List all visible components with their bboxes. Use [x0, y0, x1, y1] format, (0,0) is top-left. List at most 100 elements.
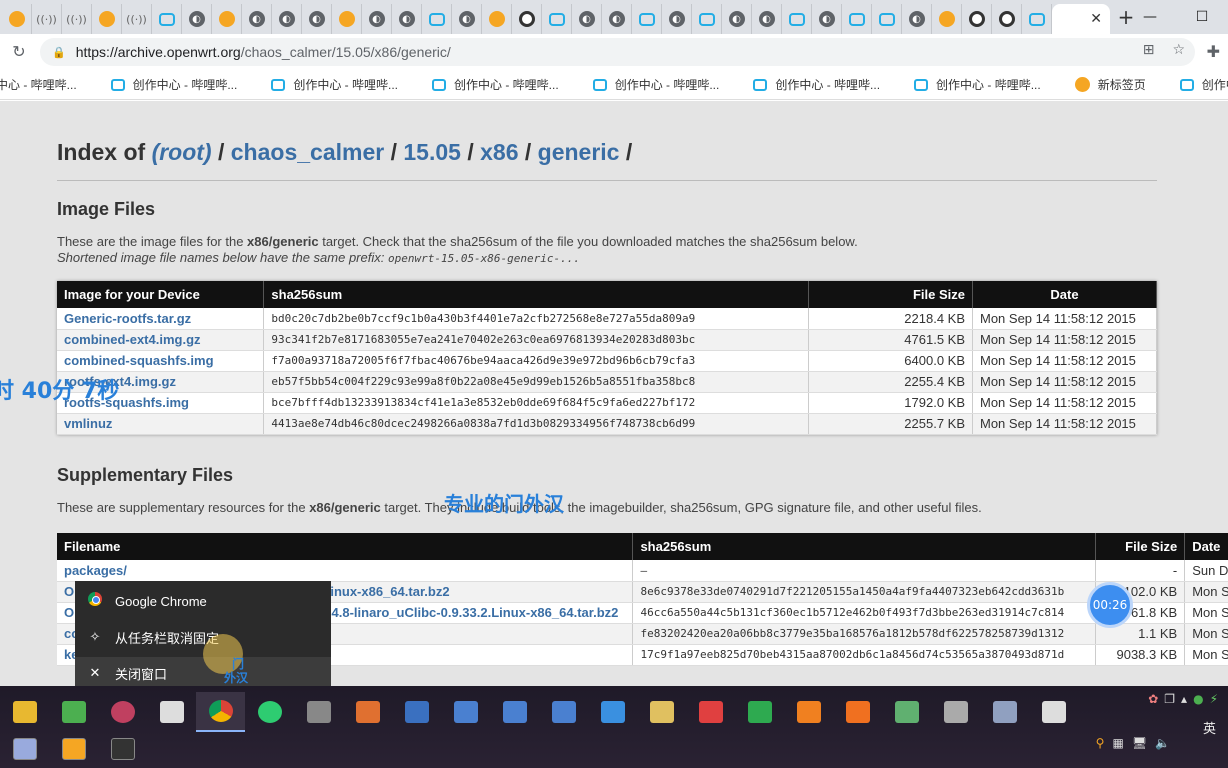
- browser-tab[interactable]: [542, 4, 572, 34]
- tray-flower-icon[interactable]: ✿: [1148, 692, 1158, 706]
- browser-tab[interactable]: ◐: [662, 4, 692, 34]
- browser-tab[interactable]: ((·)): [122, 4, 152, 34]
- translate-icon[interactable]: ⊞: [1143, 42, 1155, 58]
- browser-tab[interactable]: [212, 4, 242, 34]
- network-icon[interactable]: 🖥: [1132, 736, 1147, 750]
- browser-tab[interactable]: ◐: [572, 4, 602, 34]
- taskbar-app-icon[interactable]: [490, 692, 539, 732]
- file-link[interactable]: packages/: [64, 563, 127, 578]
- minimize-button[interactable]: —: [1124, 9, 1176, 25]
- bookmark-item[interactable]: 创作中心 - 哔哩哔...: [592, 76, 730, 93]
- browser-tab[interactable]: ◐: [242, 4, 272, 34]
- browser-tab[interactable]: [92, 4, 122, 34]
- active-tab[interactable]: ✕: [1052, 4, 1110, 34]
- browser-tab[interactable]: ◐: [902, 4, 932, 34]
- taskbar-app-icon[interactable]: [931, 692, 980, 732]
- taskbar-app-icon[interactable]: [392, 692, 441, 732]
- recording-timer-bubble[interactable]: 00:26: [1087, 582, 1133, 628]
- taskbar-app-icon[interactable]: [98, 692, 147, 732]
- browser-tab[interactable]: ◐: [602, 4, 632, 34]
- taskbar-app-icon[interactable]: [0, 729, 49, 768]
- browser-tab[interactable]: ◐: [752, 4, 782, 34]
- taskbar-app-icon[interactable]: [882, 692, 931, 732]
- file-link[interactable]: Generic-rootfs.tar.gz: [64, 311, 191, 326]
- bookmark-item[interactable]: 创作中心 - 哔哩哔...: [271, 76, 408, 93]
- tray-earth-icon[interactable]: ●: [1193, 692, 1203, 706]
- taskbar-app-icon[interactable]: [588, 692, 637, 732]
- file-link[interactable]: combined-ext4.img.gz: [64, 332, 201, 347]
- search-icon[interactable]: ⚲: [1096, 736, 1105, 750]
- taskbar-app-icon[interactable]: [980, 692, 1029, 732]
- tray-arrow-icon[interactable]: ▴: [1181, 692, 1187, 706]
- browser-tab[interactable]: ◐: [392, 4, 422, 34]
- browser-tab[interactable]: [962, 4, 992, 34]
- bookmark-item[interactable]: 创作中心 - 哔哩哔...: [753, 76, 890, 93]
- tray-window-icon[interactable]: ❐: [1164, 692, 1175, 706]
- browser-tab[interactable]: [692, 4, 722, 34]
- file-link[interactable]: combined-squashfs.img: [64, 353, 214, 368]
- crumb-link[interactable]: 15.05: [403, 139, 461, 165]
- close-tab-icon[interactable]: ✕: [1090, 11, 1102, 27]
- maximize-button[interactable]: ☐: [1176, 9, 1228, 25]
- browser-tab[interactable]: [512, 4, 542, 34]
- taskbar-chrome-icon[interactable]: [196, 692, 245, 732]
- crumb-root-link[interactable]: (root): [152, 139, 212, 165]
- taskbar-app-icon[interactable]: [539, 692, 588, 732]
- taskbar-app-icon[interactable]: [245, 692, 294, 732]
- browser-tab[interactable]: ◐: [302, 4, 332, 34]
- taskbar-app-icon[interactable]: [784, 692, 833, 732]
- browser-tab[interactable]: ◐: [722, 4, 752, 34]
- url-text[interactable]: https://archive.openwrt.org/chaos_calmer…: [76, 44, 451, 60]
- taskbar-app-icon[interactable]: [147, 692, 196, 732]
- browser-tab[interactable]: [782, 4, 812, 34]
- taskbar-app-icon[interactable]: [686, 692, 735, 732]
- taskbar-app-icon[interactable]: [294, 692, 343, 732]
- bookmark-star-icon[interactable]: ☆: [1172, 42, 1185, 58]
- bookmark-item[interactable]: 创作中心 - 哔哩哔...: [914, 76, 1051, 93]
- browser-tab[interactable]: [152, 4, 182, 34]
- address-bar[interactable]: 🔒 https://archive.openwrt.org/chaos_calm…: [40, 38, 1195, 66]
- volume-icon[interactable]: 🔈: [1155, 736, 1170, 750]
- browser-tab[interactable]: [872, 4, 902, 34]
- menu-item-google-chrome[interactable]: Google Chrome: [75, 585, 331, 617]
- browser-tab[interactable]: [422, 4, 452, 34]
- browser-tab[interactable]: [482, 4, 512, 34]
- taskbar-app-icon[interactable]: [343, 692, 392, 732]
- bookmark-item[interactable]: 创作中心 - 哔哩哔...: [432, 76, 569, 93]
- ime-indicator[interactable]: 英: [1203, 718, 1216, 737]
- taskbar-app-icon[interactable]: [98, 729, 147, 768]
- bookmark-item[interactable]: 创作中心 - 哔哩哔...: [110, 76, 248, 93]
- extensions-icon[interactable]: ✚: [1207, 42, 1220, 61]
- taskbar-app-icon[interactable]: [1029, 692, 1078, 732]
- browser-tab[interactable]: ((·)): [32, 4, 62, 34]
- browser-tab[interactable]: ◐: [362, 4, 392, 34]
- browser-tab[interactable]: ◐: [182, 4, 212, 34]
- reload-icon[interactable]: ↻: [4, 42, 34, 61]
- taskbar-app-icon[interactable]: [735, 692, 784, 732]
- lock-icon[interactable]: 🔒: [52, 46, 66, 59]
- menu-item-close-window[interactable]: ✕ 关闭窗口: [75, 657, 331, 689]
- crumb-link[interactable]: generic: [538, 139, 620, 165]
- taskbar-app-icon[interactable]: [441, 692, 490, 732]
- file-link[interactable]: vmlinuz: [64, 416, 112, 431]
- taskbar-app-icon[interactable]: [637, 692, 686, 732]
- bookmark-item[interactable]: 创作中心 - 哔哩哔...: [1179, 76, 1228, 93]
- taskbar-app-icon[interactable]: [833, 692, 882, 732]
- tray-extra-icon[interactable]: ⚡: [1210, 692, 1218, 706]
- browser-tab[interactable]: ◐: [272, 4, 302, 34]
- browser-tab[interactable]: ◐: [452, 4, 482, 34]
- browser-tab[interactable]: [842, 4, 872, 34]
- browser-tab[interactable]: ((·)): [62, 4, 92, 34]
- browser-tab[interactable]: ◐: [812, 4, 842, 34]
- crumb-link[interactable]: x86: [480, 139, 518, 165]
- taskbar-app-icon[interactable]: [49, 692, 98, 732]
- browser-tab[interactable]: [2, 4, 32, 34]
- browser-tab[interactable]: [932, 4, 962, 34]
- browser-tab[interactable]: [632, 4, 662, 34]
- taskbar-app-icon[interactable]: [49, 729, 98, 768]
- keyboard-icon[interactable]: ▦: [1112, 736, 1123, 750]
- bookmark-item[interactable]: 新标签页: [1074, 76, 1156, 93]
- bookmark-item[interactable]: 中心 - 哔哩哔...: [0, 76, 87, 93]
- taskbar-app-icon[interactable]: [0, 692, 49, 732]
- crumb-link[interactable]: chaos_calmer: [231, 139, 384, 165]
